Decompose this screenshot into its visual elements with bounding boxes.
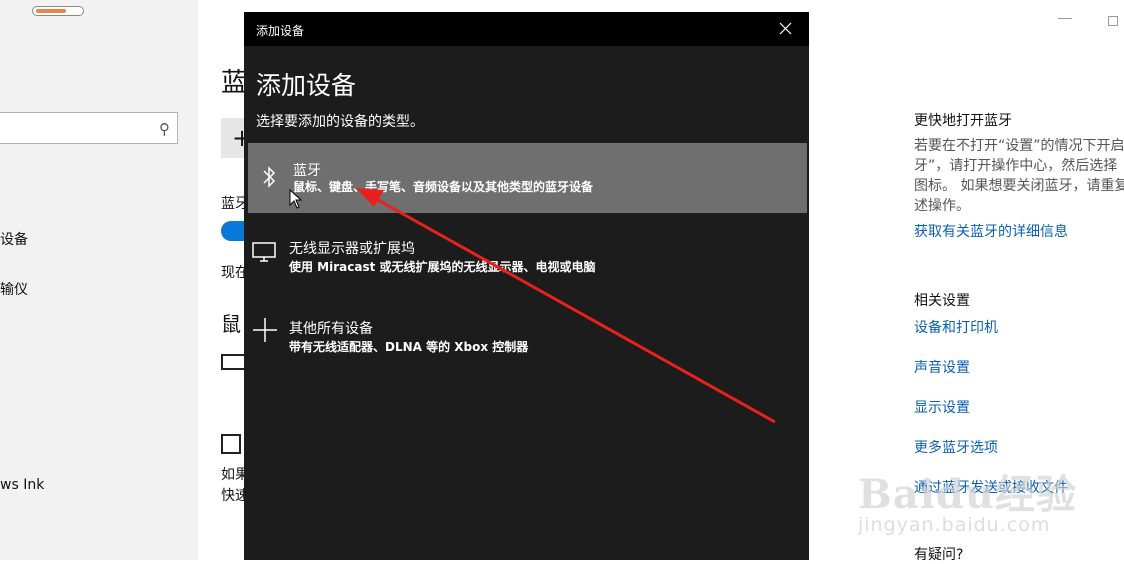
dialog-subtitle: 选择要添加的设备的类型。 xyxy=(256,114,424,130)
dialog-heading: 添加设备 xyxy=(256,71,357,100)
settings-sidebar: ⚲ 设备 输仪 ws Ink xyxy=(0,0,198,560)
metered-checkbox[interactable] xyxy=(221,434,241,454)
sidebar-item-devices[interactable]: 设备 xyxy=(0,229,28,249)
option-other-title: 其他所有设备 xyxy=(289,321,373,337)
mouse-section-heading: 鼠 xyxy=(221,312,241,336)
option-bluetooth[interactable]: 蓝牙 鼠标、键盘、手写笔、音频设备以及其他类型的蓝牙设备 xyxy=(248,143,807,213)
option-wireless-description: 使用 Miracast 或无线扩展坞的无线显示器、电视或电脑 xyxy=(289,260,596,274)
close-button[interactable] xyxy=(764,12,809,46)
add-device-dialog: 添加设备 添加设备 选择要添加的设备的类型。 蓝牙 鼠标、键盘、手写笔、音频设备… xyxy=(244,12,809,560)
option-bluetooth-description: 鼠标、键盘、手写笔、音频设备以及其他类型的蓝牙设备 xyxy=(293,180,594,194)
scroll-indicator[interactable] xyxy=(32,6,84,16)
more-bluetooth-options-link[interactable]: 更多蓝牙选项 xyxy=(914,437,998,457)
plus-icon xyxy=(253,318,277,342)
help-heading: 有疑问? xyxy=(914,547,964,563)
monitor-icon xyxy=(252,242,276,262)
option-wireless-display[interactable]: 无线显示器或扩展坞 使用 Miracast 或无线扩展坞的无线显示器、电视或电脑 xyxy=(248,223,807,293)
search-input[interactable]: ⚲ xyxy=(0,112,178,144)
bluetooth-icon xyxy=(263,166,276,188)
faster-bluetooth-heading: 更快地打开蓝牙 xyxy=(914,113,1012,129)
faster-bluetooth-text: 若要在不打开“设置”的情况下开启 牙”，请打开操作中心，然后选择 图标。 如果想… xyxy=(914,136,1124,216)
faster-text-line: 图标。 如果想要关闭蓝牙，请重复 xyxy=(914,178,1124,194)
option-bluetooth-title: 蓝牙 xyxy=(293,163,321,179)
option-wireless-title: 无线显示器或扩展坞 xyxy=(289,241,415,257)
faster-text-line: 若要在不打开“设置”的情况下开启 xyxy=(914,138,1124,154)
bluetooth-info-link[interactable]: 获取有关蓝牙的详细信息 xyxy=(914,221,1068,241)
dialog-titlebar: 添加设备 xyxy=(244,12,809,46)
watermark-text: Baidu经验 xyxy=(858,471,1077,518)
mouse-cursor-icon xyxy=(289,189,303,209)
option-other-devices[interactable]: 其他所有设备 带有无线适配器、DLNA 等的 Xbox 控制器 xyxy=(248,303,807,373)
watermark-url: jingyan.baidu.com xyxy=(858,514,1051,536)
keyboard-icon xyxy=(221,354,245,370)
display-settings-link[interactable]: 显示设置 xyxy=(914,397,970,417)
close-icon xyxy=(779,22,792,35)
sound-settings-link[interactable]: 声音设置 xyxy=(914,357,970,377)
baidu-watermark: Baidu经验 jingyan.baidu.com xyxy=(858,462,1077,536)
faster-text-line: 述操作。 xyxy=(914,198,970,214)
devices-printers-link[interactable]: 设备和打印机 xyxy=(914,317,998,337)
option-other-description: 带有无线适配器、DLNA 等的 Xbox 控制器 xyxy=(289,340,529,354)
minimize-button[interactable] xyxy=(1058,18,1072,19)
restore-button[interactable] xyxy=(1108,16,1118,26)
related-settings-heading: 相关设置 xyxy=(914,293,970,309)
faster-text-line: 牙”，请打开操作中心，然后选择 xyxy=(914,158,1118,174)
sidebar-item-windows-ink[interactable]: ws Ink xyxy=(0,477,44,493)
sidebar-item-pen[interactable]: 输仪 xyxy=(0,279,28,299)
search-icon[interactable]: ⚲ xyxy=(159,120,170,138)
dialog-window-title: 添加设备 xyxy=(256,24,305,38)
